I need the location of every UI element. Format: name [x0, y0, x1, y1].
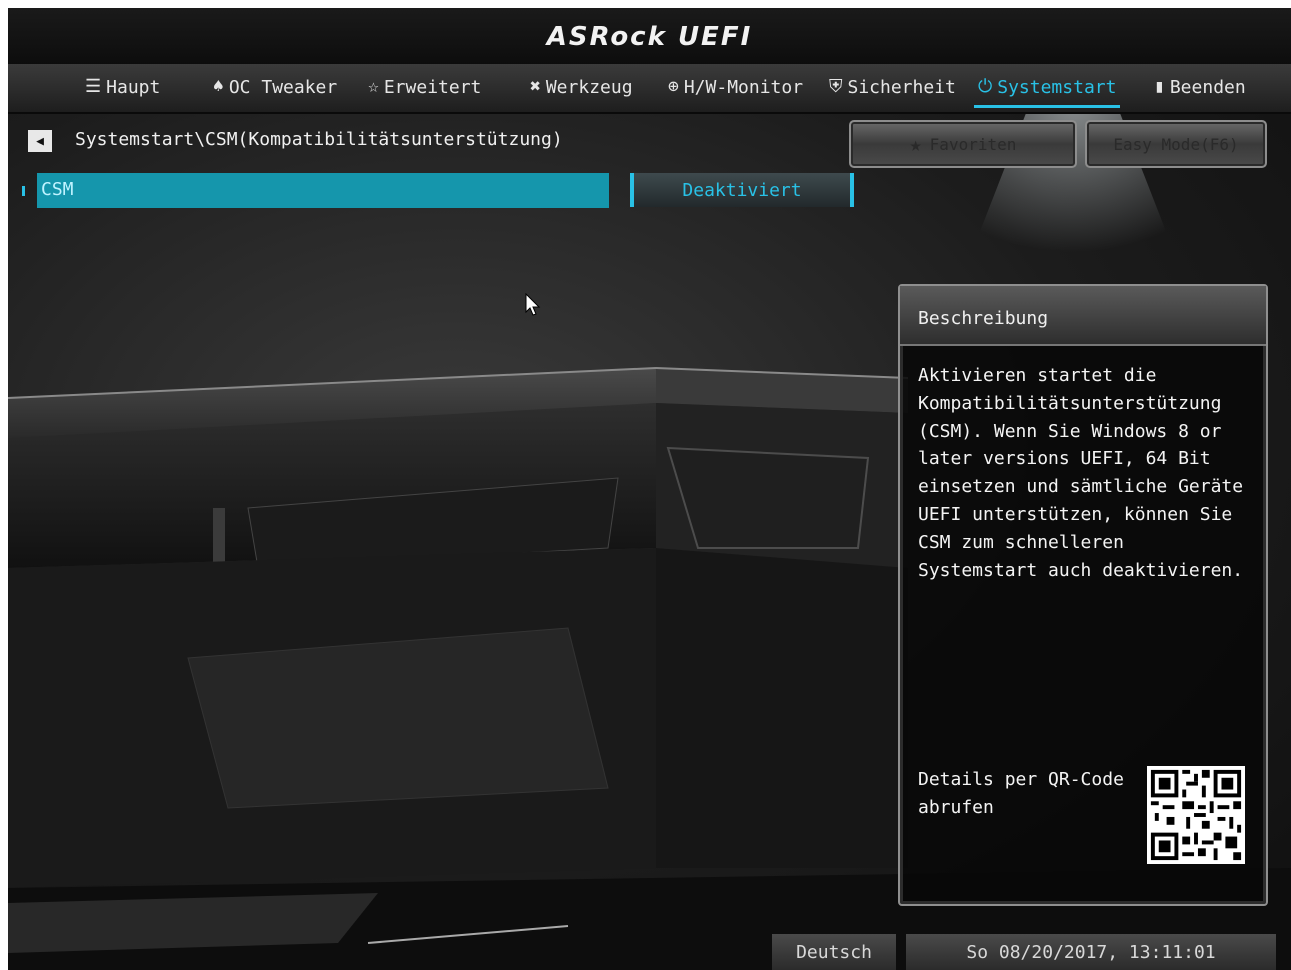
easy-mode-button[interactable]: Easy Mode(F6) — [1085, 120, 1267, 168]
tab-bar: ☰ Haupt ♠ OC Tweaker ☆ Erweitert ✖ Werkz… — [8, 64, 1291, 114]
setting-row-csm[interactable]: CSM — [37, 173, 609, 208]
setting-value-dropdown[interactable]: Deaktiviert — [630, 173, 854, 207]
tab-label: OC Tweaker — [228, 76, 338, 98]
monitor-gauge-icon: ⊕ — [668, 76, 679, 97]
rocket-icon: ♠ — [213, 76, 224, 97]
tab-label: Werkzeug — [545, 76, 633, 98]
shield-icon: ⛨ — [829, 76, 843, 97]
description-text: Aktivieren startet die Kompatibilitätsun… — [918, 365, 1244, 581]
qr-code — [1147, 766, 1245, 864]
list-icon: ☰ — [85, 76, 102, 97]
setting-label: CSM — [41, 179, 74, 200]
tab-hw-monitor[interactable]: ⊕ H/W-Monitor — [668, 64, 803, 110]
easy-mode-label: Easy Mode(F6) — [1113, 134, 1239, 154]
exit-door-icon: ▮ — [1154, 76, 1165, 97]
favorites-label: Favoriten — [929, 134, 1017, 154]
tab-erweitert[interactable]: ☆ Erweitert — [368, 64, 481, 110]
tab-sicherheit[interactable]: ⛨ Sicherheit — [829, 64, 956, 110]
description-panel: Beschreibung Aktivieren startet die Komp… — [898, 284, 1268, 906]
tab-beenden[interactable]: ▮ Beenden — [1154, 64, 1246, 110]
tab-systemstart[interactable]: ⏻ Systemstart — [973, 64, 1121, 110]
tab-label: Erweitert — [383, 76, 482, 98]
tab-label: Beenden — [1169, 76, 1246, 98]
back-button[interactable]: ◀ — [28, 130, 52, 152]
tab-label: Sicherheit — [847, 76, 956, 98]
star-outline-icon: ☆ — [368, 76, 379, 97]
qr-hint-text: Details per QR-Code abrufen — [918, 769, 1124, 818]
tab-label: H/W-Monitor — [683, 76, 804, 98]
description-header: Beschreibung — [900, 286, 1266, 346]
power-icon: ⏻ — [978, 76, 993, 97]
favorites-button[interactable]: ★ Favoriten — [849, 120, 1077, 168]
uefi-screen: ASRock UEFI ☰ Haupt ♠ OC Tweaker ☆ Erwei… — [8, 8, 1291, 970]
brand-logo: ASRock UEFI — [546, 22, 753, 52]
breadcrumb: Systemstart\CSM(Kompatibilitätsunterstüt… — [75, 129, 563, 150]
tab-oc-tweaker[interactable]: ♠ OC Tweaker — [213, 64, 337, 110]
header: ASRock UEFI — [8, 8, 1291, 64]
back-arrow-icon: ◀ — [36, 133, 44, 149]
language-button[interactable]: Deutsch — [772, 934, 896, 970]
tab-haupt[interactable]: ☰ Haupt — [85, 64, 160, 110]
tab-label: Systemstart — [997, 76, 1117, 98]
star-icon: ★ — [909, 132, 922, 156]
tab-label: Haupt — [106, 76, 161, 98]
selection-marker — [22, 186, 25, 196]
datetime-display: So 08/20/2017, 13:11:01 — [906, 934, 1276, 970]
mouse-cursor-icon — [525, 293, 541, 316]
description-title: Beschreibung — [918, 308, 1049, 329]
tools-icon: ✖ — [530, 76, 541, 97]
tab-werkzeug[interactable]: ✖ Werkzeug — [530, 64, 633, 110]
